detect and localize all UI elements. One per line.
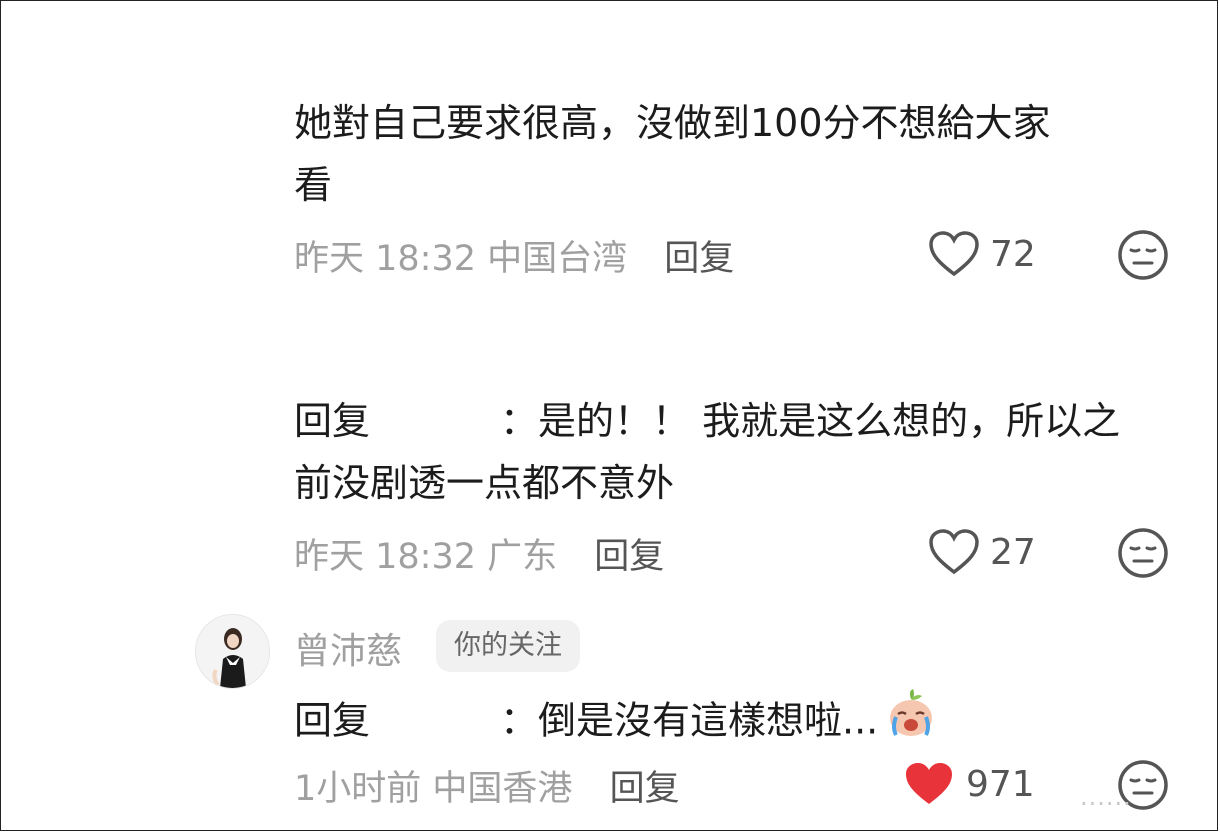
reply-button[interactable]: 回复 — [664, 239, 734, 279]
comment-time: 昨天 18:32 — [294, 239, 476, 279]
following-badge: 你的关注 — [436, 620, 580, 672]
heart-filled-icon — [906, 763, 952, 804]
comment-time: 1小时前 — [294, 769, 422, 809]
dislike-button[interactable] — [1116, 526, 1170, 584]
comment-text: 回复 ：是的！！ 我就是这么想的，所以之 前没剧透一点都不意外 — [294, 390, 1120, 514]
comment-text-span: ：是的！！ 我就是这么想的，所以之 — [500, 399, 1121, 443]
like-button[interactable]: 72 — [928, 230, 1036, 278]
comment-text-line: 她對自己要求很高，沒做到100分不想給大家 — [294, 101, 1051, 145]
crying-emoji-icon — [884, 687, 938, 759]
comment-location: 中国香港 — [432, 769, 573, 809]
comment-text: 回复 ：倒是沒有這樣想啦... — [294, 687, 938, 759]
comment-meta: 1小时前 中国香港 回复 — [294, 760, 680, 811]
comment-meta: 昨天 18:32 中国台湾 回复 — [294, 230, 734, 281]
heart-outline-icon — [929, 231, 979, 277]
author-name[interactable]: 曾沛慈 — [294, 622, 402, 674]
like-button[interactable]: 27 — [928, 528, 1036, 576]
comment-meta: 昨天 18:32 广东 回复 — [294, 528, 664, 579]
heart-outline-icon — [929, 529, 979, 575]
dislike-face-icon — [1118, 230, 1168, 280]
comment-text: 她對自己要求很高，沒做到100分不想給大家 看 — [294, 92, 1051, 216]
like-button[interactable]: 971 — [902, 760, 1035, 808]
dislike-button[interactable] — [1116, 228, 1170, 286]
reply-button[interactable]: 回复 — [610, 769, 680, 809]
reply-prefix: 回复 — [294, 399, 371, 443]
comment-location: 广东 — [487, 537, 558, 577]
avatar-image — [196, 615, 269, 688]
like-count: 72 — [990, 233, 1036, 275]
reply-button[interactable]: 回复 — [594, 537, 664, 577]
avatar[interactable] — [195, 614, 270, 689]
comment-text-line: 回复 ：是的！！ 我就是这么想的，所以之 — [294, 390, 1120, 452]
reply-prefix: 回复 — [294, 698, 371, 743]
comment-text-line: 前没剧透一点都不意外 — [294, 461, 675, 505]
comment-text-line: 回复 ：倒是沒有這樣想啦... — [294, 687, 938, 759]
comment-time: 昨天 18:32 — [294, 537, 476, 577]
comment-text-line: 看 — [294, 163, 333, 207]
like-count: 27 — [990, 531, 1036, 573]
comment-text-span: ：倒是沒有這樣想啦... — [500, 698, 879, 743]
dislike-face-icon — [1118, 528, 1168, 578]
comment-location: 中国台湾 — [487, 239, 628, 279]
like-count: 971 — [966, 763, 1035, 805]
watermark: ······ — [1080, 790, 1132, 818]
